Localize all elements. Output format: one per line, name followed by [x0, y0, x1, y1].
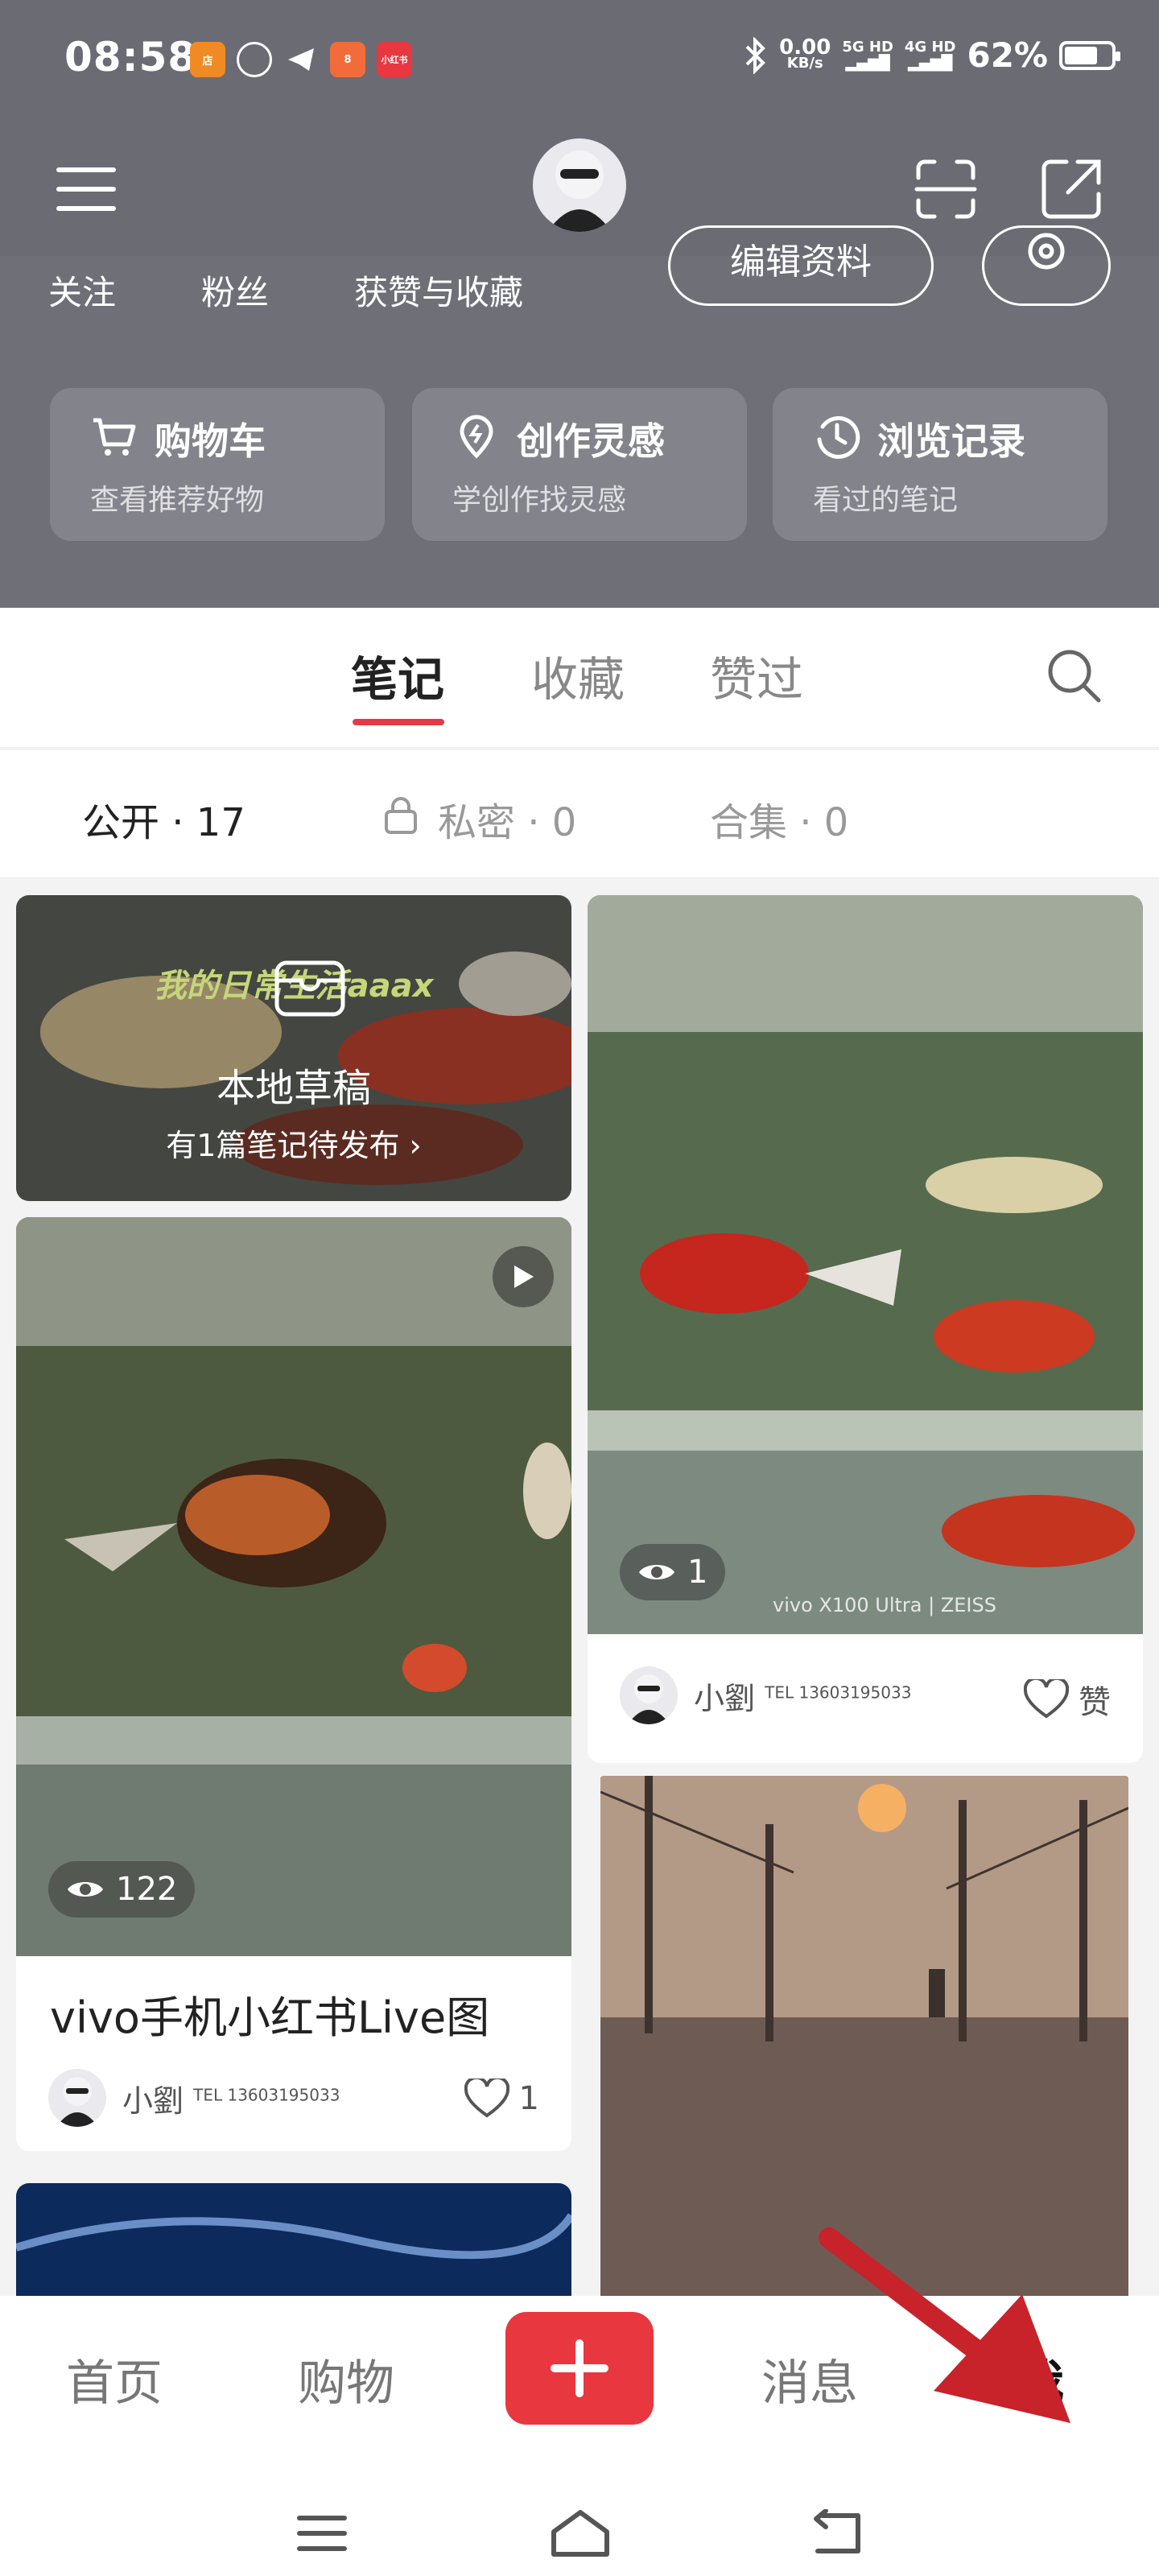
- note-thumbnail: [16, 2183, 571, 2296]
- xiaohongshu-icon: 小红书: [377, 42, 412, 77]
- header-avatar[interactable]: [533, 138, 626, 232]
- quick-card-sub: 学创作找灵感: [452, 484, 627, 517]
- plus-icon: [551, 2339, 608, 2397]
- content-tabs: 笔记 收藏 赞过: [0, 608, 1159, 749]
- status-app-icons: 店 8 小红书: [190, 42, 412, 77]
- heart-icon: [464, 2079, 509, 2118]
- note-card[interactable]: 122 vivo手机小红书Live图 小劉 TEL 13603195033 1: [16, 1217, 571, 2151]
- visibility-tabs: 公开 · 17 私密 · 0 合集 · 0: [0, 750, 1159, 879]
- search-button[interactable]: [1042, 644, 1107, 708]
- quick-card-title: 浏览记录: [877, 419, 1025, 463]
- author-avatar: [48, 2069, 106, 2127]
- signal-4g: 4G HD ▂▄▆█: [904, 38, 956, 72]
- subtab-private[interactable]: 私密 · 0: [438, 791, 576, 847]
- play-icon: [514, 1265, 534, 1288]
- tab-liked[interactable]: 赞过: [710, 642, 803, 709]
- note-title: vivo手机小红书Live图: [50, 1992, 490, 2043]
- views-badge: 1: [620, 1544, 726, 1600]
- scan-button[interactable]: [909, 153, 982, 225]
- quick-card-title: 创作灵感: [517, 419, 665, 463]
- note-thumbnail: [16, 1217, 571, 1956]
- menu-lines-icon: [297, 2516, 347, 2551]
- quick-card-cart[interactable]: 购物车 查看推荐好物: [50, 388, 385, 541]
- status-right: 0.00 KB/s 5G HD ▂▄▆█ 4G HD ▂▄▆█ 62%: [744, 35, 1120, 75]
- clock-icon: [817, 415, 860, 459]
- notes-feed: 我的日常生活aaax 本地草稿 有1篇笔记待发布 › 122 vivo手机小红书…: [0, 881, 1159, 2296]
- publish-button[interactable]: [505, 2312, 654, 2425]
- share-icon: [1041, 159, 1101, 219]
- heart-icon: [1024, 1679, 1069, 1719]
- author-name: 小劉 TEL 13603195033: [122, 2083, 340, 2119]
- author-avatar: [620, 1666, 678, 1724]
- quick-card-title: 购物车: [155, 419, 266, 463]
- profile-header: 08:58 店 8 小红书 0.00 KB/s 5G HD ▂▄▆█ 4G HD ▂…: [0, 0, 1159, 608]
- status-bar: 08:58 店 8 小红书 0.00 KB/s 5G HD ▂▄▆█ 4G HD ▂…: [0, 0, 1159, 121]
- search-icon: [1048, 650, 1101, 703]
- lock-icon: [385, 797, 417, 834]
- battery-icon: [1059, 40, 1120, 70]
- quick-card-sub: 看过的笔记: [813, 484, 959, 517]
- note-card[interactable]: vivo X100 Ultra | ZEISS 1 小劉 TEL 1360319…: [588, 895, 1143, 1763]
- like-button[interactable]: 1: [464, 2079, 539, 2119]
- status-time: 08:58: [64, 34, 197, 80]
- bulb-icon: [460, 415, 493, 459]
- draft-title: 本地草稿: [216, 1066, 371, 1111]
- battery-percent: 62%: [967, 35, 1048, 75]
- wechat-icon: [237, 42, 272, 77]
- recents-button[interactable]: [286, 2497, 358, 2570]
- note-author[interactable]: 小劉 TEL 13603195033: [48, 2069, 340, 2127]
- author-name: 小劉 TEL 13603195033: [694, 1680, 912, 1716]
- eye-icon: [68, 1882, 103, 1897]
- draft-box-icon: [274, 960, 345, 1017]
- scan-icon: [914, 159, 977, 219]
- back-button[interactable]: [802, 2497, 874, 2570]
- gear-icon: [1028, 233, 1065, 270]
- net-speed: 0.00 KB/s: [779, 35, 831, 72]
- nav-shop[interactable]: 购物: [298, 2344, 394, 2414]
- quick-card-history[interactable]: 浏览记录 看过的笔记: [773, 388, 1107, 541]
- views-badge: 122: [48, 1861, 196, 1918]
- bluetooth-icon: [745, 36, 765, 74]
- draft-card[interactable]: 我的日常生活aaax 本地草稿 有1篇笔记待发布 ›: [16, 895, 571, 1201]
- note-card[interactable]: [16, 2183, 571, 2296]
- camera-watermark: vivo X100 Ultra | ZEISS: [773, 1594, 996, 1616]
- menu-button[interactable]: [50, 153, 122, 225]
- hamburger-icon: [56, 167, 116, 211]
- settings-button[interactable]: [982, 225, 1111, 306]
- quick-card-sub: 查看推荐好物: [90, 484, 265, 517]
- video-play-badge: [493, 1246, 554, 1307]
- tab-notes[interactable]: 笔记: [351, 642, 444, 709]
- eye-icon: [639, 1565, 674, 1579]
- note-author[interactable]: 小劉 TEL 13603195033: [620, 1666, 911, 1724]
- annotation-arrow: [819, 2227, 1070, 2423]
- profile-page: 08:58 店 8 小红书 0.00 KB/s 5G HD ▂▄▆█ 4G HD ▂…: [0, 0, 1159, 2576]
- like-button[interactable]: 赞: [1024, 1676, 1111, 1723]
- telegram-icon: [283, 42, 319, 77]
- tab-favorites[interactable]: 收藏: [531, 642, 625, 709]
- draft-subtitle: 有1篇笔记待发布 ›: [166, 1128, 422, 1163]
- fans-stat[interactable]: 粉丝: [201, 266, 269, 315]
- likes-stat[interactable]: 获赞与收藏: [354, 266, 523, 315]
- subtab-public[interactable]: 公开 · 17: [82, 791, 245, 847]
- tab-underline: [353, 719, 444, 725]
- nav-home[interactable]: 首页: [66, 2344, 163, 2414]
- follow-stat[interactable]: 关注: [48, 266, 116, 315]
- back-icon: [814, 2509, 860, 2553]
- app4-icon: 8: [330, 42, 365, 77]
- signal-5g: 5G HD ▂▄▆█: [842, 38, 893, 72]
- edit-profile-label: 编辑资料: [730, 242, 872, 283]
- note-thumbnail: [588, 895, 1143, 1634]
- home-icon: [551, 2510, 609, 2557]
- cart-icon: [93, 418, 136, 456]
- edit-profile-button[interactable]: 编辑资料: [668, 225, 934, 306]
- quick-card-inspiration[interactable]: 创作灵感 学创作找灵感: [412, 388, 747, 541]
- note-card[interactable]: [600, 1776, 1128, 2296]
- share-button[interactable]: [1035, 153, 1107, 225]
- subtab-collection[interactable]: 合集 · 0: [710, 791, 848, 847]
- note-thumbnail: [600, 1776, 1128, 2296]
- store-app-icon: 店: [190, 42, 225, 77]
- home-button[interactable]: [544, 2497, 617, 2570]
